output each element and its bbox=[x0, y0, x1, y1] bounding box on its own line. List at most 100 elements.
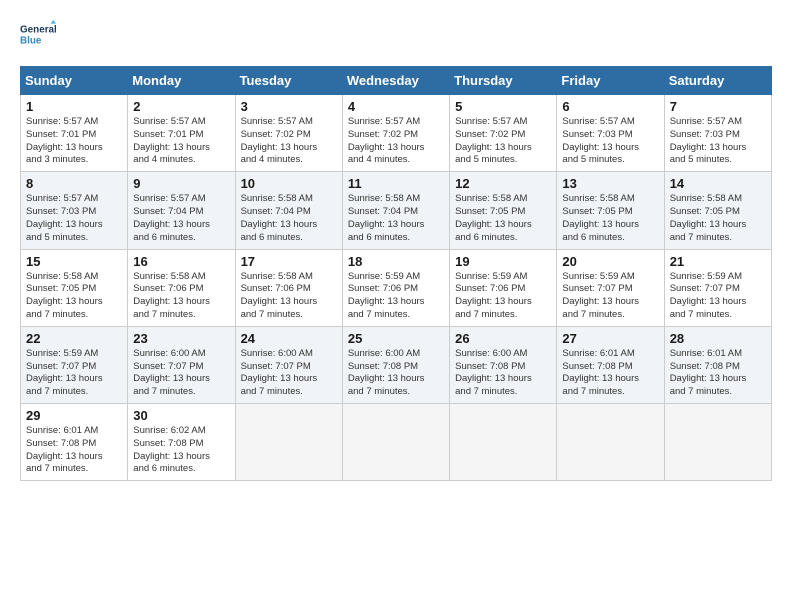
day-info: Sunrise: 6:01 AMSunset: 7:08 PMDaylight:… bbox=[26, 425, 122, 476]
week-row-3: 15 Sunrise: 5:58 AMSunset: 7:05 PMDayligh… bbox=[21, 249, 772, 326]
day-info-line: Sunset: 7:06 PM bbox=[348, 283, 444, 296]
day-info-line: Sunset: 7:02 PM bbox=[455, 129, 551, 142]
day-info-line: Daylight: 13 hours bbox=[133, 451, 229, 464]
day-info-line: and 4 minutes. bbox=[133, 154, 229, 167]
day-info-line: and 3 minutes. bbox=[26, 154, 122, 167]
day-info: Sunrise: 5:57 AMSunset: 7:03 PMDaylight:… bbox=[670, 116, 766, 167]
day-number: 27 bbox=[562, 331, 658, 346]
calendar-cell: 3Sunrise: 5:57 AMSunset: 7:02 PMDaylight… bbox=[235, 95, 342, 172]
col-header-monday: Monday bbox=[128, 67, 235, 95]
day-info-line: Sunrise: 6:02 AM bbox=[133, 425, 229, 438]
day-info-line: Sunrise: 5:59 AM bbox=[562, 271, 658, 284]
day-number: 30 bbox=[133, 408, 229, 423]
day-info-line: Sunrise: 5:57 AM bbox=[133, 116, 229, 129]
day-info-line: Sunset: 7:07 PM bbox=[26, 361, 122, 374]
day-info-line: and 4 minutes. bbox=[348, 154, 444, 167]
day-info: Sunrise: 5:57 AMSunset: 7:03 PMDaylight:… bbox=[562, 116, 658, 167]
day-info-line: Sunset: 7:02 PM bbox=[348, 129, 444, 142]
calendar-cell: 22Sunrise: 5:59 AMSunset: 7:07 PMDayligh… bbox=[21, 326, 128, 403]
calendar: SundayMondayTuesdayWednesdayThursdayFrid… bbox=[20, 66, 772, 481]
day-info-line: Sunrise: 6:01 AM bbox=[670, 348, 766, 361]
calendar-cell: 2 Sunrise: 5:57 AMSunset: 7:01 PMDaylight… bbox=[128, 95, 235, 172]
day-info-line: Sunset: 7:04 PM bbox=[348, 206, 444, 219]
day-info-line: Daylight: 13 hours bbox=[562, 219, 658, 232]
day-info: Sunrise: 5:59 AMSunset: 7:07 PMDaylight:… bbox=[670, 271, 766, 322]
day-info: Sunrise: 5:57 AMSunset: 7:01 PMDaylight:… bbox=[26, 116, 122, 167]
calendar-cell: 20 Sunrise: 5:59 AMSunset: 7:07 PMDayligh… bbox=[557, 249, 664, 326]
day-number: 3 bbox=[241, 99, 337, 114]
day-info-line: Sunset: 7:07 PM bbox=[241, 361, 337, 374]
day-info-line: and 7 minutes. bbox=[455, 309, 551, 322]
calendar-cell: 10Sunrise: 5:58 AMSunset: 7:04 PMDayligh… bbox=[235, 172, 342, 249]
day-info-line: Daylight: 13 hours bbox=[455, 373, 551, 386]
day-info-line: Sunrise: 6:00 AM bbox=[348, 348, 444, 361]
day-number: 22 bbox=[26, 331, 122, 346]
calendar-cell: 28Sunrise: 6:01 AMSunset: 7:08 PMDayligh… bbox=[664, 326, 771, 403]
day-number: 20 bbox=[562, 254, 658, 269]
day-info-line: and 5 minutes. bbox=[455, 154, 551, 167]
day-info-line: and 7 minutes. bbox=[670, 386, 766, 399]
day-info: Sunrise: 5:58 AMSunset: 7:06 PMDaylight:… bbox=[241, 271, 337, 322]
day-info-line: Daylight: 13 hours bbox=[241, 373, 337, 386]
day-info-line: Daylight: 13 hours bbox=[348, 296, 444, 309]
calendar-cell: 16Sunrise: 5:58 AMSunset: 7:06 PMDayligh… bbox=[128, 249, 235, 326]
day-number: 8 bbox=[26, 176, 122, 191]
day-number: 6 bbox=[562, 99, 658, 114]
day-info-line: Sunrise: 5:58 AM bbox=[241, 271, 337, 284]
day-info-line: Daylight: 13 hours bbox=[670, 142, 766, 155]
week-row-2: 8 Sunrise: 5:57 AMSunset: 7:03 PMDaylight… bbox=[21, 172, 772, 249]
day-info: Sunrise: 5:58 AMSunset: 7:04 PMDaylight:… bbox=[348, 193, 444, 244]
day-info-line: Daylight: 13 hours bbox=[348, 373, 444, 386]
calendar-cell: 30 Sunrise: 6:02 AMSunset: 7:08 PMDayligh… bbox=[128, 404, 235, 481]
calendar-cell: 9Sunrise: 5:57 AMSunset: 7:04 PMDaylight… bbox=[128, 172, 235, 249]
day-info-line: Sunset: 7:06 PM bbox=[133, 283, 229, 296]
day-info-line: Sunset: 7:03 PM bbox=[670, 129, 766, 142]
day-number: 2 bbox=[133, 99, 229, 114]
day-info-line: Daylight: 13 hours bbox=[26, 451, 122, 464]
day-info-line: and 6 minutes. bbox=[241, 232, 337, 245]
day-number: 15 bbox=[26, 254, 122, 269]
day-info: Sunrise: 5:59 AMSunset: 7:06 PMDaylight:… bbox=[455, 271, 551, 322]
svg-text:General: General bbox=[20, 25, 56, 36]
day-info-line: Sunrise: 5:57 AM bbox=[562, 116, 658, 129]
day-info-line: Sunset: 7:01 PM bbox=[133, 129, 229, 142]
day-info-line: Sunset: 7:05 PM bbox=[455, 206, 551, 219]
day-info: Sunrise: 5:57 AMSunset: 7:03 PMDaylight:… bbox=[26, 193, 122, 244]
day-info-line: Sunrise: 6:00 AM bbox=[133, 348, 229, 361]
day-number: 17 bbox=[241, 254, 337, 269]
day-info-line: Sunrise: 5:58 AM bbox=[241, 193, 337, 206]
day-number: 7 bbox=[670, 99, 766, 114]
week-row-1: 1Sunrise: 5:57 AMSunset: 7:01 PMDaylight… bbox=[21, 95, 772, 172]
day-info-line: Daylight: 13 hours bbox=[241, 142, 337, 155]
week-row-5: 29Sunrise: 6:01 AMSunset: 7:08 PMDayligh… bbox=[21, 404, 772, 481]
day-info-line: Daylight: 13 hours bbox=[133, 142, 229, 155]
day-info: Sunrise: 5:58 AMSunset: 7:05 PMDaylight:… bbox=[26, 271, 122, 322]
col-header-thursday: Thursday bbox=[450, 67, 557, 95]
day-info-line: and 7 minutes. bbox=[562, 386, 658, 399]
calendar-cell: 7 Sunrise: 5:57 AMSunset: 7:03 PMDaylight… bbox=[664, 95, 771, 172]
day-number: 10 bbox=[241, 176, 337, 191]
day-info-line: Sunrise: 5:59 AM bbox=[670, 271, 766, 284]
day-info-line: Sunset: 7:03 PM bbox=[562, 129, 658, 142]
day-info-line: Daylight: 13 hours bbox=[26, 373, 122, 386]
day-info-line: Sunset: 7:08 PM bbox=[26, 438, 122, 451]
calendar-cell: 15 Sunrise: 5:58 AMSunset: 7:05 PMDayligh… bbox=[21, 249, 128, 326]
day-info: Sunrise: 5:59 AMSunset: 7:07 PMDaylight:… bbox=[562, 271, 658, 322]
calendar-cell bbox=[342, 404, 449, 481]
day-info: Sunrise: 5:58 AMSunset: 7:05 PMDaylight:… bbox=[562, 193, 658, 244]
day-info-line: Sunrise: 5:58 AM bbox=[348, 193, 444, 206]
day-info-line: Daylight: 13 hours bbox=[26, 219, 122, 232]
day-info-line: Sunset: 7:08 PM bbox=[133, 438, 229, 451]
day-info-line: Sunset: 7:02 PM bbox=[241, 129, 337, 142]
day-info: Sunrise: 6:01 AMSunset: 7:08 PMDaylight:… bbox=[562, 348, 658, 399]
day-info-line: and 7 minutes. bbox=[26, 309, 122, 322]
day-info-line: Daylight: 13 hours bbox=[455, 296, 551, 309]
day-info-line: and 7 minutes. bbox=[133, 386, 229, 399]
day-number: 1 bbox=[26, 99, 122, 114]
calendar-cell: 23Sunrise: 6:00 AMSunset: 7:07 PMDayligh… bbox=[128, 326, 235, 403]
day-info-line: Sunset: 7:03 PM bbox=[26, 206, 122, 219]
day-info-line: Sunset: 7:05 PM bbox=[670, 206, 766, 219]
day-info: Sunrise: 5:59 AMSunset: 7:06 PMDaylight:… bbox=[348, 271, 444, 322]
day-number: 4 bbox=[348, 99, 444, 114]
calendar-cell: 27 Sunrise: 6:01 AMSunset: 7:08 PMDayligh… bbox=[557, 326, 664, 403]
